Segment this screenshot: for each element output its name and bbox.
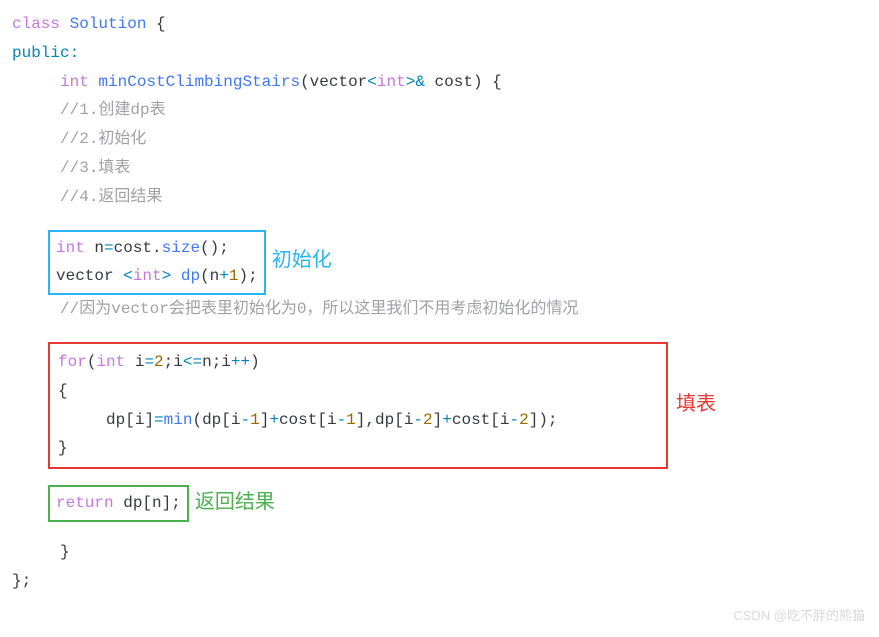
class-name: Solution [70, 15, 147, 33]
closing-brace-class: }; [12, 567, 867, 596]
label-init: 初始化 [272, 244, 332, 280]
return-line: return dp[n]; [56, 489, 181, 518]
return-section: return dp[n]; 返回结果 [12, 485, 867, 522]
init-box: int n=cost.size(); vector <int> dp(n+1); [48, 230, 266, 296]
comment-2: //2.初始化 [12, 125, 867, 154]
fill-brace-close: } [58, 434, 658, 463]
comment-4: //4.返回结果 [12, 183, 867, 212]
watermark: CSDN @吃不胖的熊猫 [733, 604, 865, 627]
fill-line-for: for(int i=2;i<=n;i++) [58, 348, 658, 377]
code-block: class Solution { public: int minCostClim… [12, 10, 867, 596]
function-name: minCostClimbingStairs [89, 73, 300, 91]
line-public: public: [12, 39, 867, 68]
comment-5: //因为vector会把表里初始化为0，所以这里我们不用考虑初始化的情况 [12, 295, 867, 324]
line-class-decl: class Solution { [12, 10, 867, 39]
return-type: int [60, 73, 89, 91]
init-line-1: int n=cost.size(); [56, 234, 258, 263]
init-line-2: vector <int> dp(n+1); [56, 262, 258, 291]
init-section: int n=cost.size(); vector <int> dp(n+1);… [12, 230, 867, 296]
closing-brace-fn: } [12, 538, 867, 567]
fill-section: for(int i=2;i<=n;i++) { dp[i]=min(dp[i-1… [12, 342, 867, 469]
comment-3: //3.填表 [12, 154, 867, 183]
fill-line-body: dp[i]=min(dp[i-1]+cost[i-1],dp[i-2]+cost… [58, 406, 658, 435]
keyword-public: public [12, 44, 70, 62]
fill-brace-open: { [58, 377, 658, 406]
fill-box: for(int i=2;i<=n;i++) { dp[i]=min(dp[i-1… [48, 342, 668, 469]
line-fn-sig: int minCostClimbingStairs(vector<int>& c… [12, 68, 867, 97]
return-box: return dp[n]; [48, 485, 189, 522]
comment-1: //1.创建dp表 [12, 96, 867, 125]
keyword-class: class [12, 15, 60, 33]
label-return: 返回结果 [195, 486, 275, 522]
label-fill: 填表 [676, 388, 716, 424]
